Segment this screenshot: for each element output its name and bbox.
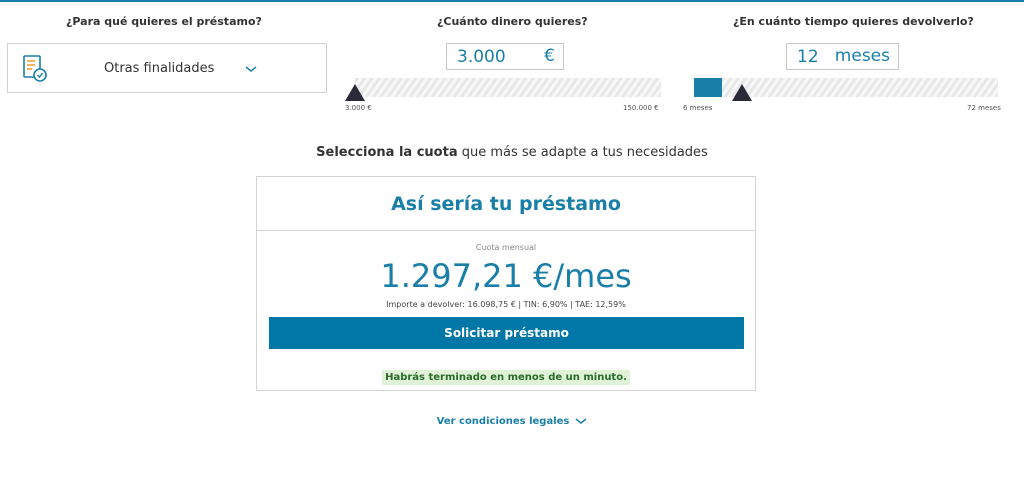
term-question: ¿En cuánto tiempo quieres devolverlo? [733,15,974,28]
amount-question: ¿Cuánto dinero quieres? [437,15,588,28]
amount-slider-track[interactable] [355,78,661,97]
term-input[interactable]: 12 meses [786,43,899,70]
purpose-question: ¿Para qué quieres el préstamo? [66,15,262,28]
instruction-bold: Selecciona la cuota [316,145,458,160]
term-value: 12 [797,47,819,67]
apply-loan-button[interactable]: Solicitar préstamo [269,317,744,349]
term-slider-fill [694,78,722,97]
amount-min-label: 3.000 € [345,104,372,112]
legal-conditions-link[interactable]: Ver condiciones legales [437,416,570,427]
document-check-icon [23,55,47,82]
term-max-label: 72 meses [967,104,1001,112]
time-hint-badge: Habrás terminado en menos de un minuto. [382,370,630,385]
card-title: Así sería tu préstamo [391,193,621,215]
chevron-down-icon[interactable] [575,417,587,425]
cuota-label: Cuota mensual [475,243,537,252]
instruction-rest: que más se adapte a tus necesidades [457,145,708,160]
term-min-label: 6 meses [683,104,713,112]
loan-summary-card: Así sería tu préstamo Cuota mensual 1.29… [256,176,756,391]
hint-wrap: Habrás terminado en menos de un minuto. [257,365,755,385]
amount-unit: € [544,46,555,66]
chevron-down-icon [245,66,257,72]
purpose-select[interactable]: Otras finalidades [7,43,327,93]
top-rule [0,0,1024,2]
amount-input[interactable]: 3.000 € [446,43,564,70]
term-unit: meses [834,46,890,66]
legal-conditions: Ver condiciones legales [0,416,1024,427]
cuota-details: Importe a devolver: 16.098,75 € | TIN: 6… [386,300,626,309]
amount-max-label: 150.000 € [623,104,659,112]
amount-slider-thumb[interactable] [345,84,365,101]
term-slider-thumb[interactable] [731,84,752,101]
cuota-amount: 1.297,21 €/mes [380,257,632,295]
amount-value: 3.000 [457,47,506,67]
instruction-text: Selecciona la cuota que más se adapte a … [0,145,1024,160]
card-header: Así sería tu préstamo [257,177,755,231]
purpose-selected-value: Otras finalidades [104,61,215,76]
